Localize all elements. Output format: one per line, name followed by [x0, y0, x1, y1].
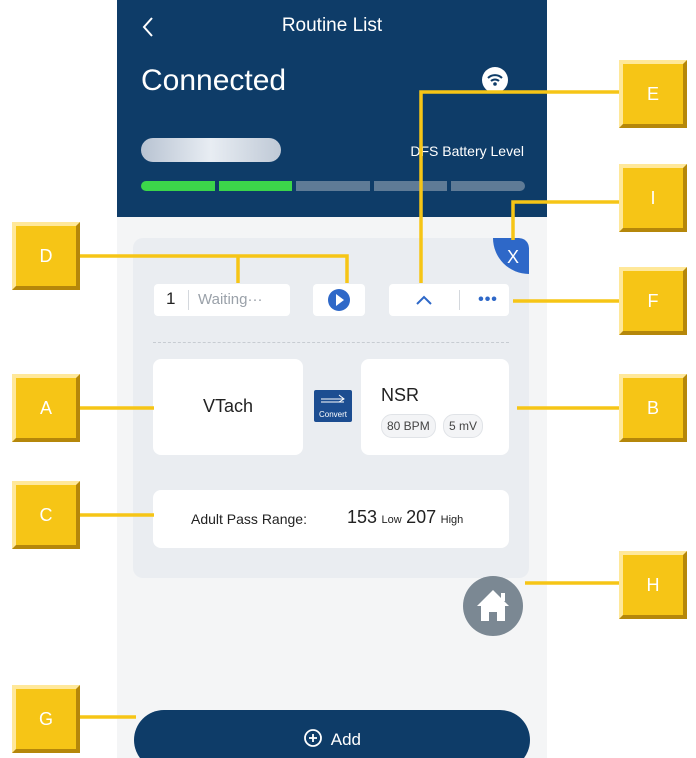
- callout-c: C: [12, 481, 80, 549]
- callout-d: D: [12, 222, 80, 290]
- callout-a: A: [12, 374, 80, 442]
- callout-e: E: [619, 60, 687, 128]
- callout-i: I: [619, 164, 687, 232]
- callout-lines: [79, 90, 619, 719]
- callout-h: H: [619, 551, 687, 619]
- callout-f: F: [619, 267, 687, 335]
- callout-g: G: [12, 685, 80, 753]
- callout-b: B: [619, 374, 687, 442]
